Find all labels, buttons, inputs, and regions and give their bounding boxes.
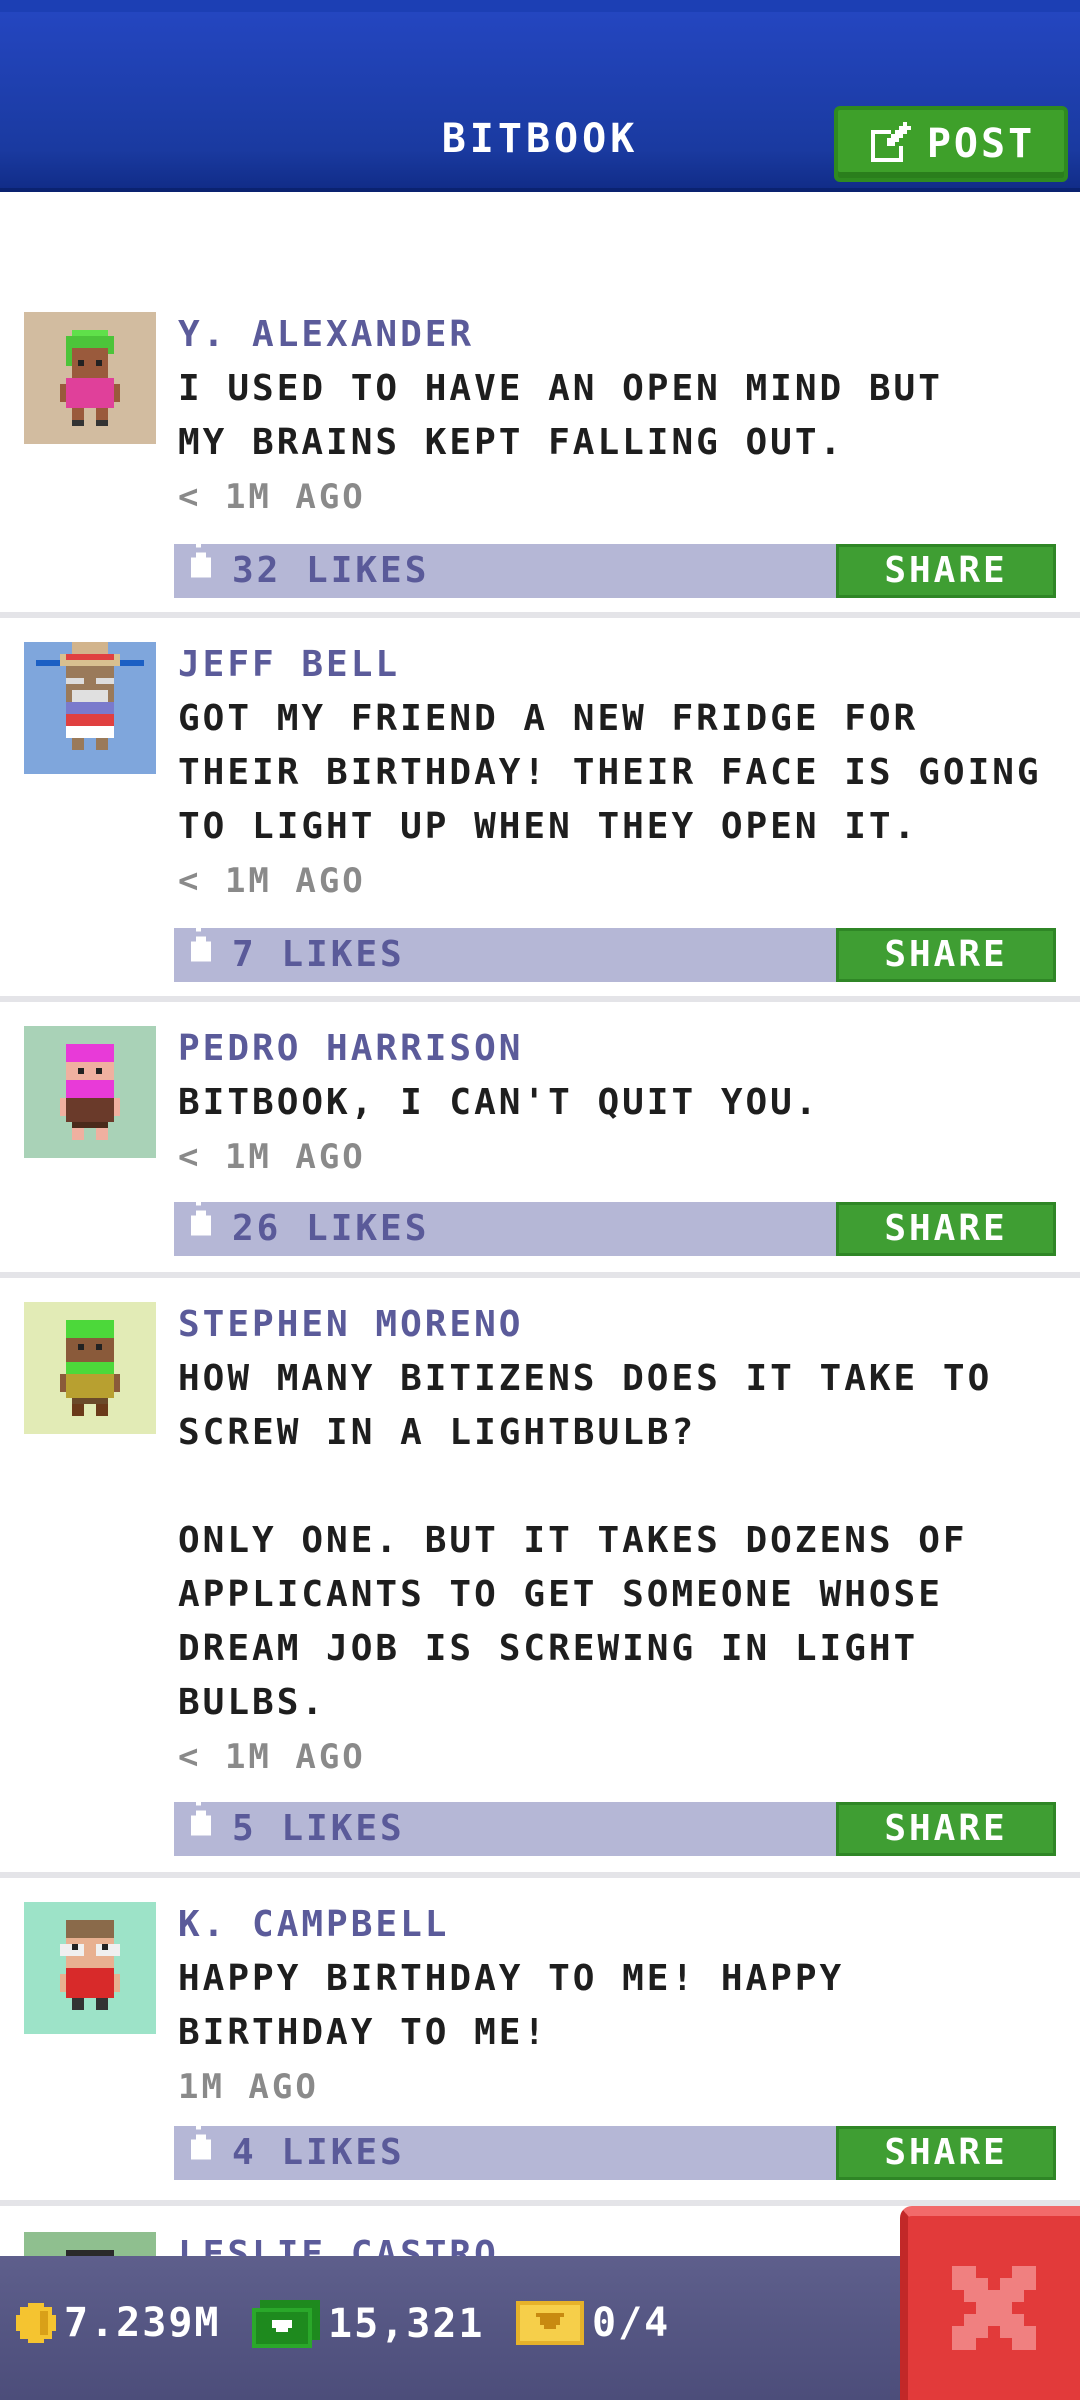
likes-count: 5 LIKES <box>232 1808 405 1849</box>
post-content: Y. ALEXANDER I USED TO HAVE AN OPEN MIND… <box>178 308 1058 524</box>
divider <box>0 1272 1080 1278</box>
avatar[interactable] <box>24 1026 156 1158</box>
bux-icon <box>252 2300 320 2348</box>
likes-count: 26 LIKES <box>232 1208 430 1249</box>
post-text: GOT MY FRIEND A NEW FRIDGE FOR THEIR BIR… <box>178 698 1042 847</box>
app-header: BITBOOK POST <box>0 0 1080 192</box>
bitizen-avatar-icon <box>24 1902 156 2034</box>
ticket-icon <box>516 2301 584 2345</box>
likes-count: 4 LIKES <box>232 2132 405 2173</box>
avatar[interactable] <box>24 2232 156 2256</box>
avatar[interactable] <box>24 312 156 444</box>
coins-counter: 7.239M <box>16 2300 221 2346</box>
share-button[interactable]: SHARE <box>836 1202 1056 1256</box>
post-content: K. CAMPBELL HAPPY BIRTHDAY TO ME! HAPPY … <box>178 1898 1058 2114</box>
thumbs-up-icon <box>191 916 211 962</box>
share-button[interactable]: SHARE <box>836 928 1056 982</box>
divider <box>0 996 1080 1002</box>
post-content: PEDRO HARRISON BITBOOK, I CAN'T QUIT YOU… <box>178 1022 1058 1184</box>
post-button[interactable]: POST <box>834 106 1068 182</box>
bitizen-avatar-icon <box>24 312 156 444</box>
bitizen-avatar-icon <box>24 1302 156 1434</box>
close-icon <box>952 2266 1036 2350</box>
divider <box>0 612 1080 618</box>
post-text: HOW MANY BITIZENS DOES IT TAKE TO SCREW … <box>178 1358 993 1723</box>
bitizen-avatar-icon <box>24 2232 156 2256</box>
post-time: < 1M AGO <box>178 1737 366 1777</box>
post-text: BITBOOK, I CAN'T QUIT YOU. <box>178 1082 820 1123</box>
coins-value: 7.239M <box>64 2300 221 2346</box>
coin-icon <box>16 2303 56 2343</box>
edit-icon <box>870 122 911 162</box>
thumbs-up-icon <box>191 532 211 578</box>
share-button[interactable]: SHARE <box>836 1802 1056 1856</box>
likes-count: 32 LIKES <box>232 550 430 591</box>
tickets-counter: 0/4 <box>516 2300 670 2346</box>
post-content: JEFF BELL GOT MY FRIEND A NEW FRIDGE FOR… <box>178 638 1058 908</box>
likes-count: 7 LIKES <box>232 934 405 975</box>
post-time: 1M AGO <box>178 2067 319 2107</box>
close-button[interactable] <box>900 2206 1080 2400</box>
bitizen-avatar-icon <box>24 1026 156 1158</box>
post-author[interactable]: PEDRO HARRISON <box>178 1022 1058 1076</box>
avatar[interactable] <box>24 1902 156 2034</box>
bux-value: 15,321 <box>328 2301 485 2347</box>
post-content: STEPHEN MORENO HOW MANY BITIZENS DOES IT… <box>178 1298 1058 1784</box>
post-time: < 1M AGO <box>178 1137 366 1177</box>
post-author[interactable]: JEFF BELL <box>178 638 1058 692</box>
divider <box>0 1872 1080 1878</box>
thumbs-up-icon <box>191 2114 211 2160</box>
post-author[interactable]: K. CAMPBELL <box>178 1898 1058 1952</box>
post-time: < 1M AGO <box>178 477 366 517</box>
bux-counter: 15,321 <box>252 2300 485 2348</box>
avatar[interactable] <box>24 642 156 774</box>
bitizen-avatar-icon <box>24 642 156 774</box>
post-time: < 1M AGO <box>178 861 366 901</box>
tickets-value: 0/4 <box>592 2300 671 2346</box>
post-author[interactable]: Y. ALEXANDER <box>178 308 1058 362</box>
post-author[interactable]: STEPHEN MORENO <box>178 1298 1058 1352</box>
share-button[interactable]: SHARE <box>836 2126 1056 2180</box>
post-button-label: POST <box>926 121 1036 167</box>
feed-list[interactable]: Y. ALEXANDER I USED TO HAVE AN OPEN MIND… <box>0 196 1080 2256</box>
post-text: I USED TO HAVE AN OPEN MIND BUT MY BRAIN… <box>178 368 943 463</box>
avatar[interactable] <box>24 1302 156 1434</box>
post-text: HAPPY BIRTHDAY TO ME! HAPPY BIRTHDAY TO … <box>178 1958 845 2053</box>
thumbs-up-icon <box>191 1790 211 1836</box>
thumbs-up-icon <box>191 1190 211 1236</box>
share-button[interactable]: SHARE <box>836 544 1056 598</box>
